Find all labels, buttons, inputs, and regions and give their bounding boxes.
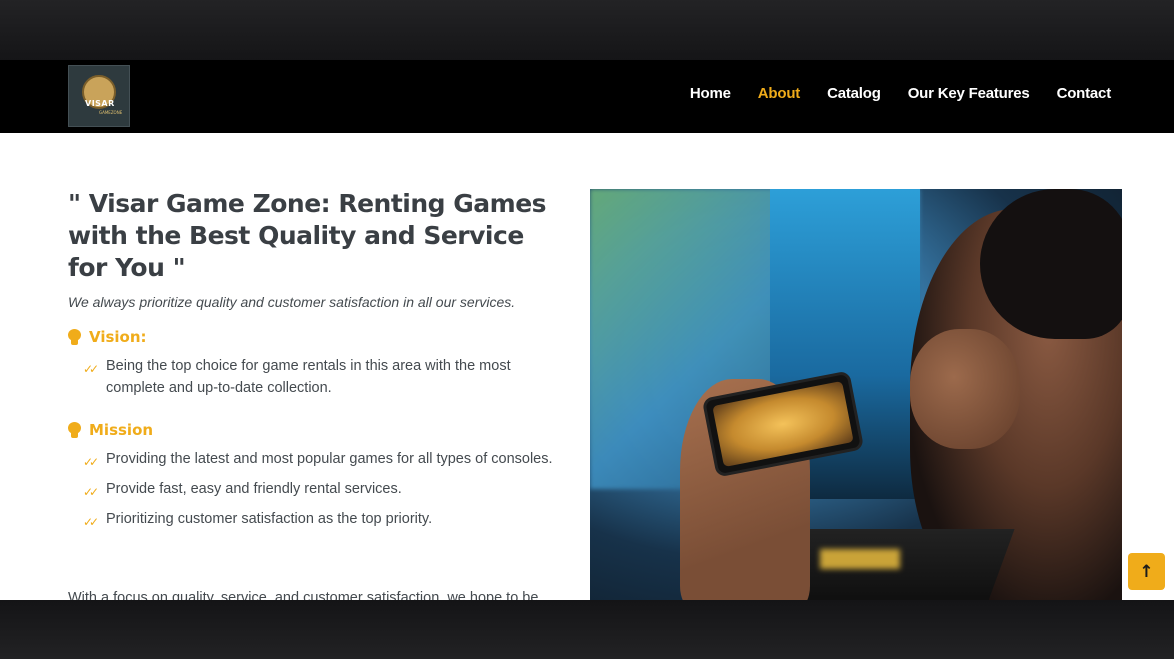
double-check-icon: ✓✓ <box>83 485 99 499</box>
list-item: ✓✓ Provide fast, easy and friendly renta… <box>68 478 568 500</box>
vision-heading: Vision: <box>68 328 568 346</box>
phone-screen <box>712 380 854 468</box>
fist-shape <box>910 329 1020 449</box>
mission-item-text: Prioritizing customer satisfaction as th… <box>106 511 433 527</box>
nav-about[interactable]: About <box>758 85 801 102</box>
mission-list: ✓✓ Providing the latest and most popular… <box>68 448 568 530</box>
mission-item-text: Providing the latest and most popular ga… <box>106 451 553 467</box>
list-item: ✓✓ Providing the latest and most popular… <box>68 448 568 470</box>
mission-section: Mission ✓✓ Providing the latest and most… <box>68 421 568 530</box>
back-to-top-button[interactable]: ↑ <box>1128 553 1165 590</box>
screen-frame-bottom <box>0 600 1174 659</box>
about-content: " Visar Game Zone: Renting Games with th… <box>68 188 568 538</box>
navbar: VISAR GAMEZONE Home About Catalog Our Ke… <box>0 60 1174 133</box>
nav-contact[interactable]: Contact <box>1057 85 1112 102</box>
mission-title: Mission <box>89 421 154 439</box>
list-item: ✓✓ Being the top choice for game rentals… <box>68 355 568 399</box>
lightbulb-icon <box>68 328 81 346</box>
about-closing-text: With a focus on quality, service, and cu… <box>68 590 539 600</box>
list-item: ✓✓ Prioritizing customer satisfaction as… <box>68 508 568 530</box>
keyboard-glow <box>820 549 900 569</box>
nav-catalog[interactable]: Catalog <box>827 85 881 102</box>
hair-shape <box>980 189 1122 339</box>
main-nav: Home About Catalog Our Key Features Cont… <box>690 85 1111 102</box>
screen-frame-top <box>0 0 1174 60</box>
vision-title: Vision: <box>89 328 147 346</box>
double-check-icon: ✓✓ <box>83 455 99 469</box>
lightbulb-icon <box>68 421 81 439</box>
double-check-icon: ✓✓ <box>83 515 99 529</box>
about-headline: " Visar Game Zone: Renting Games with th… <box>68 189 547 282</box>
logo-text: VISAR <box>85 99 115 108</box>
vision-list: ✓✓ Being the top choice for game rentals… <box>68 355 568 399</box>
double-check-icon: ✓✓ <box>83 362 99 376</box>
vision-item-text: Being the top choice for game rentals in… <box>106 358 511 396</box>
logo-subtext: GAMEZONE <box>99 110 123 115</box>
mission-heading: Mission <box>68 421 568 439</box>
nav-key-features[interactable]: Our Key Features <box>908 85 1030 102</box>
gamer-photo <box>590 189 1122 600</box>
mission-item-text: Provide fast, easy and friendly rental s… <box>106 481 402 497</box>
site-logo[interactable]: VISAR GAMEZONE <box>68 65 130 127</box>
nav-home[interactable]: Home <box>690 85 731 102</box>
page: VISAR GAMEZONE Home About Catalog Our Ke… <box>0 60 1174 600</box>
arrow-up-icon: ↑ <box>1139 561 1154 582</box>
about-tagline: We always prioritize quality and custome… <box>68 294 516 310</box>
vision-section: Vision: ✓✓ Being the top choice for game… <box>68 328 568 399</box>
